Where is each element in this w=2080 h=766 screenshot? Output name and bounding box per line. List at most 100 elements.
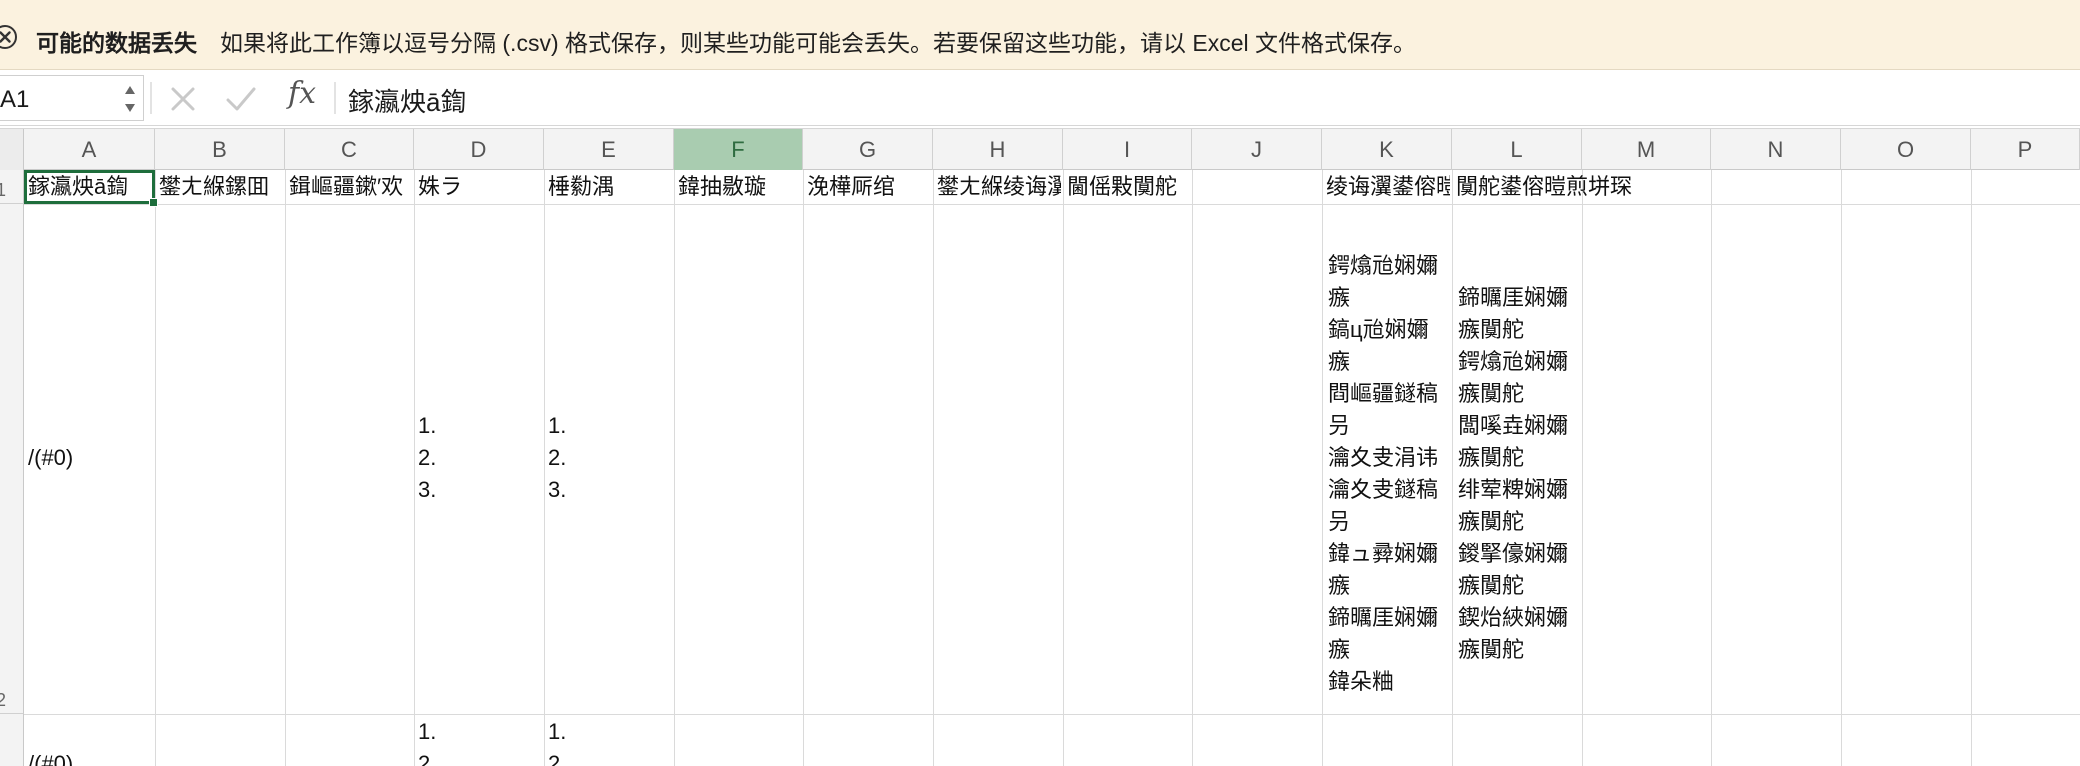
column-header-j[interactable]: J <box>1192 129 1322 170</box>
gridline <box>285 170 286 766</box>
gridline <box>1322 170 1323 766</box>
cell-l2[interactable]: 鍗曞厓娴嬭 瘯闃舵 鍔熻兘娴嬭 瘯闃舵 闆嗘垚娴嬭 瘯闃舵 绯荤粺娴嬭 瘯闃舵 … <box>1458 282 1582 666</box>
gridline <box>1452 170 1453 766</box>
cell-line: 叧 <box>1328 509 1351 534</box>
cell-line: 鍔熻兘娴嬭 <box>1458 349 1569 374</box>
cell-line: 鍗曞厓娴嬭 <box>1328 605 1439 630</box>
step-line: 2. <box>418 445 437 470</box>
column-header-c[interactable]: C <box>285 129 414 170</box>
cell-line: 瘯闃舵 <box>1458 445 1525 470</box>
row-header-1[interactable]: 1 <box>0 170 24 204</box>
cell-d3[interactable]: 1. 2 <box>418 716 542 766</box>
cell-line: 瘯闃舵 <box>1458 509 1525 534</box>
cell-line: 瘯 <box>1328 285 1351 310</box>
step-line: 2 <box>418 751 431 766</box>
name-box-stepper-icon[interactable] <box>123 82 137 116</box>
gridline <box>414 170 415 766</box>
column-header-i[interactable]: I <box>1063 129 1192 170</box>
cell-k1[interactable]: 绫诲瀷鍙傛暟 <box>1326 171 1450 203</box>
formula-bar: A1 fx 鎵瀛炴ā鍧 <box>0 70 2080 126</box>
expected-line: 2. <box>548 445 567 470</box>
data-loss-warning-banner: 可能的数据丢失 如果将此工作簿以逗号分隔 (.csv) 格式保存，则某些功能可能… <box>0 0 2080 70</box>
cell-line: 瘯闃舵 <box>1458 573 1525 598</box>
formula-bar-separator <box>150 82 152 114</box>
column-header-l[interactable]: L <box>1452 129 1582 170</box>
cell-b1[interactable]: 鐢ㄤ緥鏍囬 <box>159 171 283 203</box>
name-box-value[interactable]: A1 <box>0 86 29 114</box>
gridline <box>544 170 545 766</box>
column-header-p[interactable]: P <box>1971 129 2080 170</box>
cancel-icon[interactable] <box>168 84 198 114</box>
cell-k2[interactable]: 鍔熻兘娴嬭 瘯 鎬ц兘娴嬭 瘯 閰嶇疆鐩稿 叧 瀹夊叏涓讳 瀹夊叏鐩稿 叧 鍏ュ… <box>1328 250 1452 698</box>
cell-e2[interactable]: 1. 2. 3. <box>548 410 672 506</box>
gridline <box>1711 170 1712 766</box>
cell-i1[interactable]: 閫傜敤闃舵 <box>1067 171 1191 203</box>
expected-line: 3. <box>548 477 567 502</box>
gridline <box>1841 170 1842 766</box>
cell-line: 瀹夊叏涓讳 <box>1328 445 1439 470</box>
formula-input[interactable]: 鎵瀛炴ā鍧 <box>348 82 466 119</box>
expected-line: 2 <box>548 751 561 766</box>
cell-line: 瘯闃舵 <box>1458 317 1525 342</box>
name-box[interactable]: A1 <box>0 75 144 121</box>
column-header-f[interactable]: F <box>674 129 803 170</box>
gridline <box>24 714 2080 715</box>
cell-l1[interactable]: 闃舵鍙傛暟煎垪琛 <box>1456 171 1696 203</box>
cell-a3[interactable]: /(#0) <box>28 748 152 766</box>
column-header-e[interactable]: E <box>544 129 674 170</box>
column-header-n[interactable]: N <box>1711 129 1841 170</box>
cell-a2[interactable]: /(#0) <box>28 442 152 474</box>
column-header-h[interactable]: H <box>933 129 1063 170</box>
column-header-b[interactable]: B <box>155 129 285 170</box>
cell-line: 閰嶇疆鐩稿 <box>1328 381 1439 406</box>
cell-e1[interactable]: 棰勬湡 <box>548 171 672 203</box>
cell-f1[interactable]: 鍏抽敭璇 <box>678 171 802 203</box>
cell-e3[interactable]: 1. 2 <box>548 716 672 766</box>
column-header-a[interactable]: A <box>24 129 155 170</box>
cell-line: 鍔熻兘娴嬭 <box>1328 253 1439 278</box>
cell-line: 绯荤粺娴嬭 <box>1458 477 1569 502</box>
row-header-2[interactable]: 2 <box>0 204 24 714</box>
expected-line: 1. <box>548 719 567 744</box>
cell-h1[interactable]: 鐢ㄤ緥绫诲瀷 <box>937 171 1061 203</box>
column-header-o[interactable]: O <box>1841 129 1971 170</box>
cell-line: 瘯闃舵 <box>1458 381 1525 406</box>
row-header-3[interactable] <box>0 714 24 766</box>
column-header-m[interactable]: M <box>1582 129 1711 170</box>
cell-line: 瘯闃舵 <box>1458 637 1525 662</box>
expected-line: 1. <box>548 413 567 438</box>
checkmark-icon[interactable] <box>224 84 258 114</box>
cell-line: 叧 <box>1328 413 1351 438</box>
cell-g1[interactable]: 浼樺厛绾 <box>807 171 931 203</box>
gridline <box>803 170 804 766</box>
cell-line: 瘯 <box>1328 573 1351 598</box>
cell-d1[interactable]: 姝ラ <box>418 171 542 203</box>
close-circle-icon[interactable] <box>0 24 18 50</box>
cell-line: 闆嗘垚娴嬭 <box>1458 413 1569 438</box>
column-header-d[interactable]: D <box>414 129 544 170</box>
gridline <box>933 170 934 766</box>
gridline <box>24 204 2080 205</box>
step-line: 3. <box>418 477 437 502</box>
banner-title: 可能的数据丢失 <box>36 30 197 56</box>
banner-message: 如果将此工作簿以逗号分隔 (.csv) 格式保存，则某些功能可能会丢失。若要保留… <box>220 30 1417 56</box>
gridline <box>1582 170 1583 766</box>
insert-function-icon[interactable]: fx <box>288 76 316 111</box>
active-cell-border <box>24 170 155 204</box>
column-header-k[interactable]: K <box>1322 129 1452 170</box>
cell-line: 鎬ц兘娴嬭 <box>1328 317 1429 342</box>
cell-c1[interactable]: 鍓嶇疆鏉′欢 <box>289 171 413 203</box>
fill-handle[interactable] <box>149 198 158 207</box>
cell-line: 鍥炲綊娴嬭 <box>1458 605 1569 630</box>
gridline <box>674 170 675 766</box>
cell-d2[interactable]: 1. 2. 3. <box>418 410 542 506</box>
cell-line: 鍐掔儫娴嬭 <box>1458 541 1569 566</box>
step-line: 1. <box>418 413 437 438</box>
step-line: 1. <box>418 719 437 744</box>
column-header-row: A B C D E F G H I J K L M N O P <box>0 128 2080 170</box>
gridline <box>155 170 156 766</box>
gridline <box>1971 170 1972 766</box>
cell-line: 瘯 <box>1328 349 1351 374</box>
column-header-g[interactable]: G <box>803 129 933 170</box>
select-all-corner[interactable] <box>0 129 24 170</box>
